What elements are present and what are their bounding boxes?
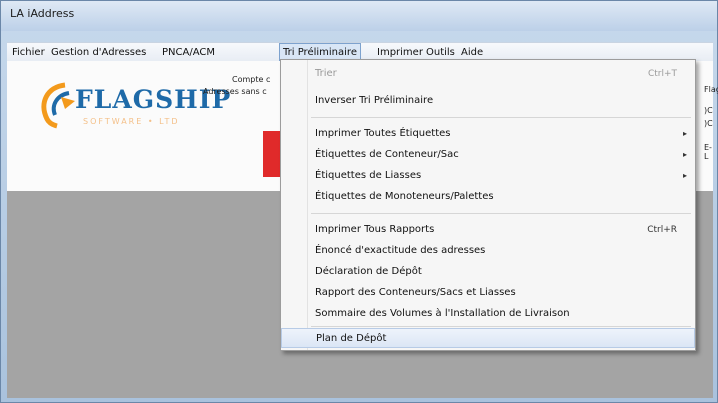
menu-item-label: Trier <box>315 68 337 79</box>
menu-item-label: Déclaration de Dépôt <box>315 266 422 277</box>
menu-item-sommaire-volumes[interactable]: Sommaire des Volumes à l'Installation de… <box>281 304 695 324</box>
flagship-mark-icon <box>41 82 75 129</box>
menu-item-etiquettes-monoteneurs[interactable]: Étiquettes de Monoteneurs/Palettes <box>281 187 695 207</box>
menu-fichier[interactable]: Fichier <box>9 43 48 62</box>
menu-item-etiquettes-liasses[interactable]: Étiquettes de Liasses ▸ <box>281 166 695 186</box>
menu-item-enonce[interactable]: Énoncé d'exactitude des adresses <box>281 241 695 261</box>
label-adresses-sans: Adresses sans c <box>203 87 267 96</box>
menu-gestion-adresses[interactable]: Gestion d'Adresses <box>48 43 149 62</box>
shortcut-label: Ctrl+T <box>647 69 677 79</box>
logo-subtitle: SOFTWARE • LTD <box>83 117 180 126</box>
menu-item-label: Étiquettes de Liasses <box>315 170 422 181</box>
menu-item-label: Sommaire des Volumes à l'Installation de… <box>315 308 570 319</box>
right-label-el: E-L <box>704 143 712 161</box>
submenu-arrow-icon: ▸ <box>682 129 687 138</box>
submenu-arrow-icon: ▸ <box>682 150 687 159</box>
menu-item-label: Étiquettes de Conteneur/Sac <box>315 149 459 160</box>
menu-item-label: Imprimer Tous Rapports <box>315 224 435 235</box>
menu-item-imprimer-etiquettes[interactable]: Imprimer Toutes Étiquettes ▸ <box>281 124 695 144</box>
menu-item-label: Étiquettes de Monoteneurs/Palettes <box>315 191 494 202</box>
menu-item-label: Énoncé d'exactitude des adresses <box>315 245 486 256</box>
submenu-arrow-icon: ▸ <box>682 171 687 180</box>
menu-separator <box>311 326 691 327</box>
menu-item-label: Plan de Dépôt <box>316 333 387 344</box>
title-bar[interactable]: LA iAddress <box>1 1 717 31</box>
menu-item-inverser[interactable]: Inverser Tri Préliminaire <box>281 91 695 111</box>
menu-item-label: Rapport des Conteneurs/Sacs et Liasses <box>315 287 516 298</box>
menu-item-label: Inverser Tri Préliminaire <box>315 95 434 106</box>
right-label-c2: )C <box>704 119 713 128</box>
menu-item-declaration[interactable]: Déclaration de Dépôt <box>281 262 695 282</box>
menu-item-trier: Trier Ctrl+T <box>281 64 695 84</box>
menu-separator <box>311 213 691 214</box>
menu-item-label: Imprimer Toutes Étiquettes <box>315 128 451 139</box>
menu-pnca-acm[interactable]: PNCA/ACM <box>159 43 218 62</box>
menu-item-imprimer-rapports[interactable]: Imprimer Tous Rapports Ctrl+R <box>281 220 695 240</box>
app-window: LA iAddress Fichier Gestion d'Adresses P… <box>0 0 718 403</box>
menu-item-etiquettes-conteneur[interactable]: Étiquettes de Conteneur/Sac ▸ <box>281 145 695 165</box>
right-label-c1: )C <box>704 106 713 115</box>
tri-preliminaire-dropdown: Trier Ctrl+T Inverser Tri Préliminaire I… <box>280 59 696 351</box>
menu-item-plan-depot[interactable]: Plan de Dépôt <box>281 328 695 348</box>
right-label-flag: Flag <box>704 85 718 94</box>
menu-item-rapport-conteneurs[interactable]: Rapport des Conteneurs/Sacs et Liasses <box>281 283 695 303</box>
window-title: LA iAddress <box>10 7 75 20</box>
menu-separator <box>311 117 691 118</box>
label-compte: Compte c <box>232 75 271 84</box>
shortcut-label: Ctrl+R <box>647 225 677 235</box>
